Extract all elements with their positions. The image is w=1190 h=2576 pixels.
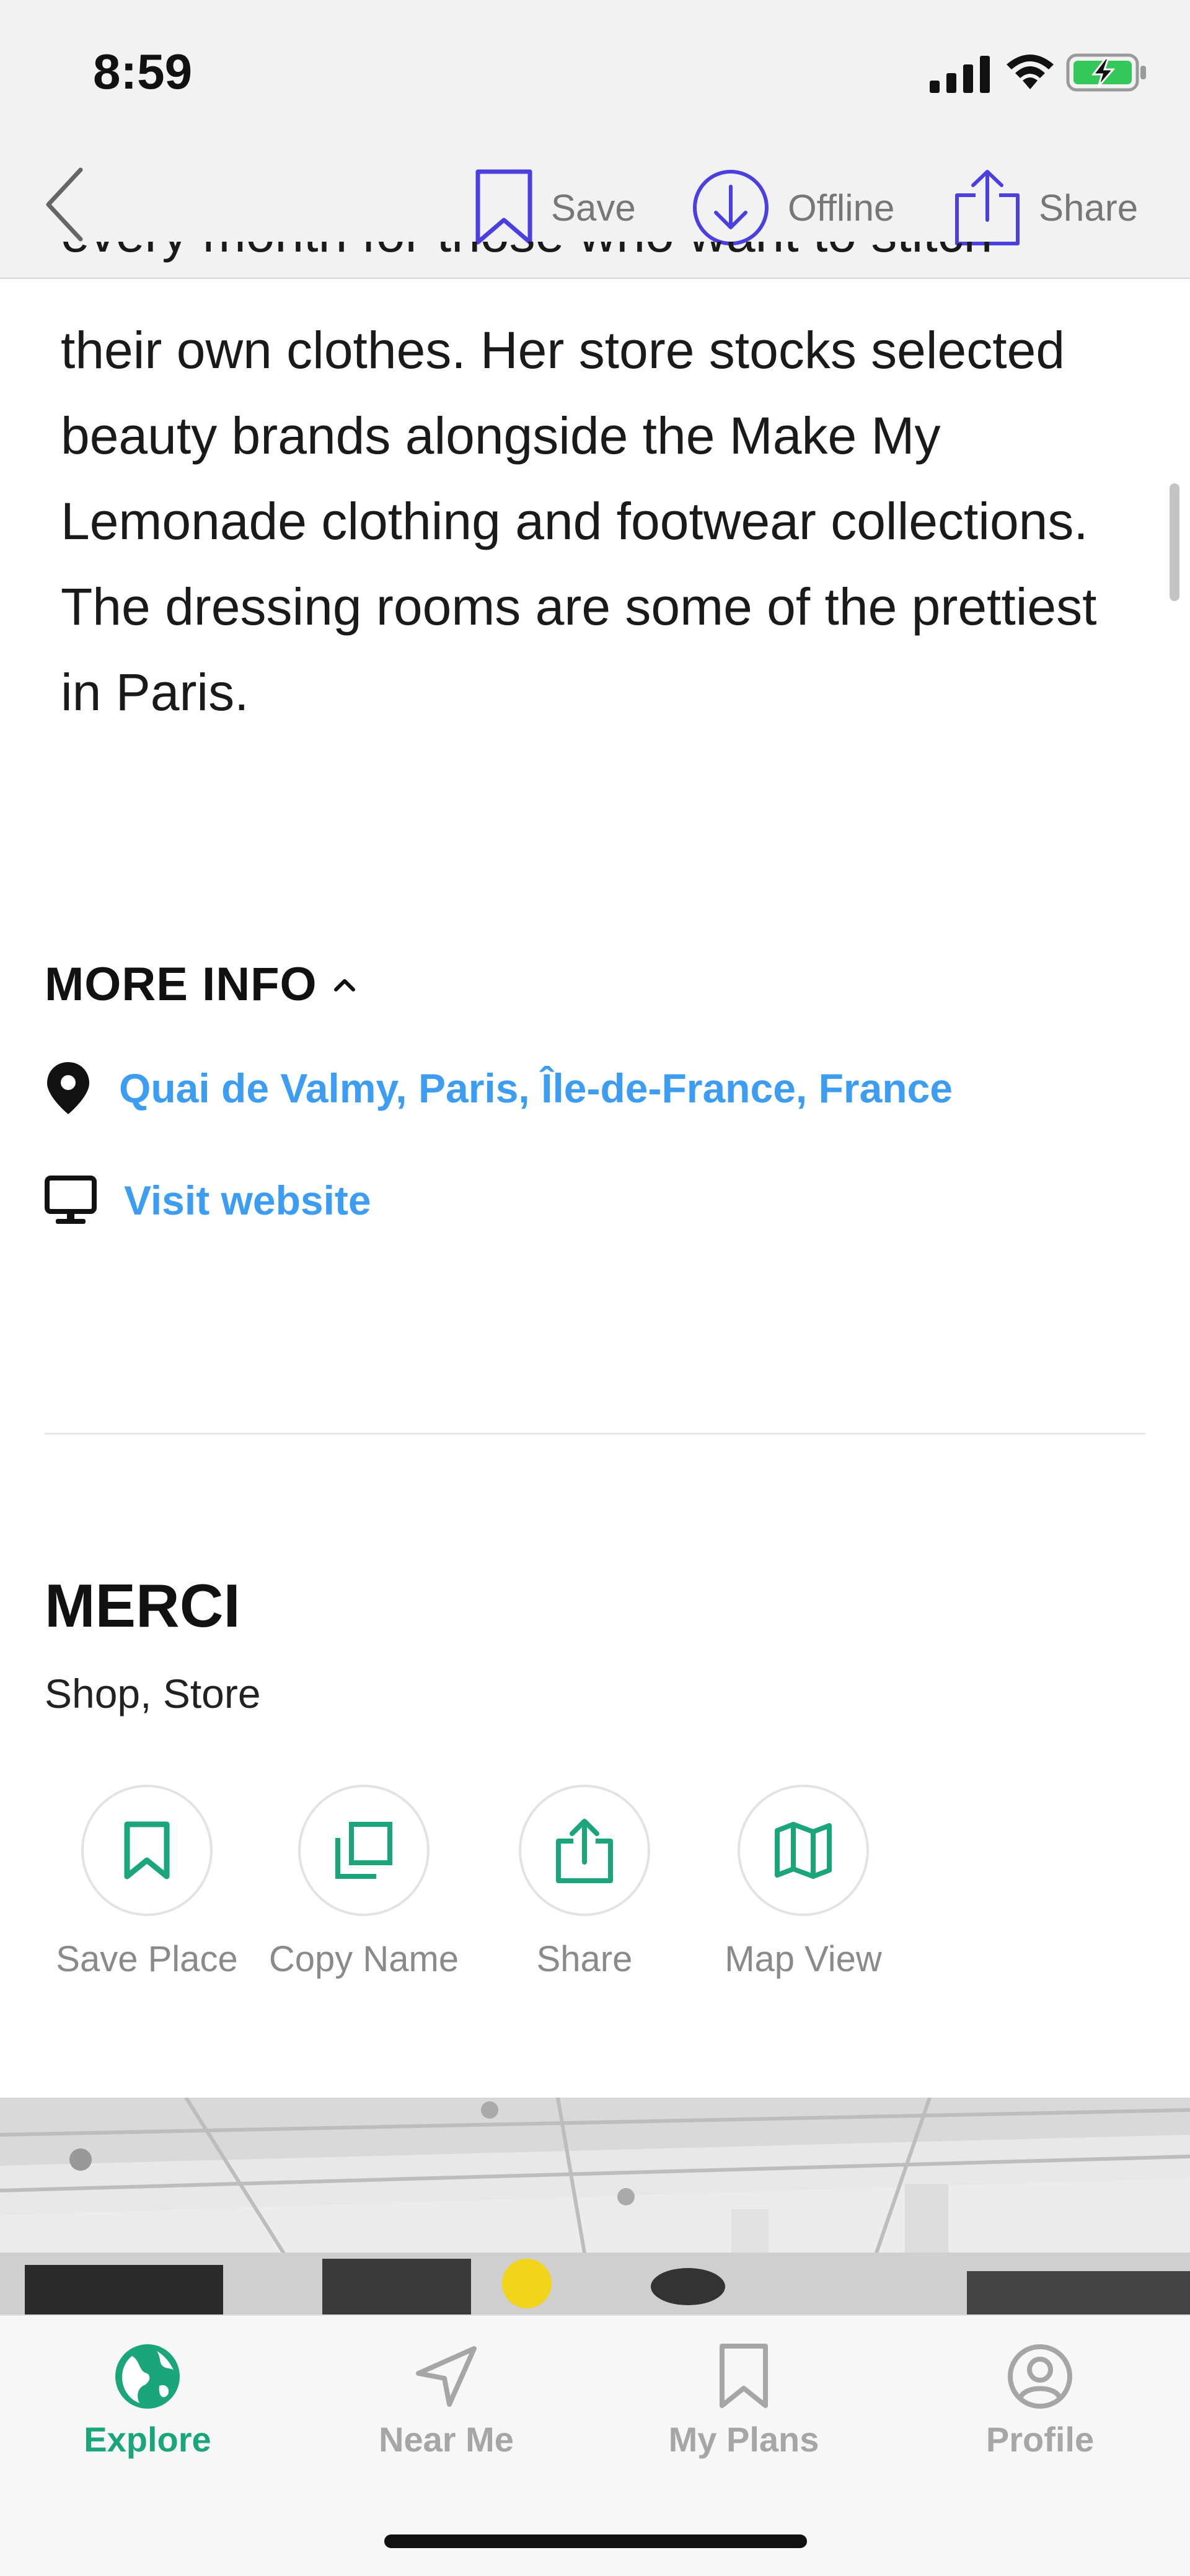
share-icon xyxy=(955,170,1020,245)
store-interior-image xyxy=(0,2098,1190,2314)
tab-near-me-label: Near Me xyxy=(379,2420,514,2459)
cellular-signal-icon xyxy=(930,56,990,93)
map-view-circle xyxy=(738,1785,869,1916)
save-label: Save xyxy=(551,187,636,229)
bookmark-icon xyxy=(124,1821,170,1879)
place-title: MERCI xyxy=(45,1572,240,1640)
address-text: Quai de Valmy, Paris, Île-de-France, Fra… xyxy=(119,1065,953,1111)
article-paragraph: their own clothes. Her store stocks sele… xyxy=(61,321,1097,721)
address-link[interactable]: Quai de Valmy, Paris, Île-de-France, Fra… xyxy=(45,1060,953,1117)
more-info-heading: MORE INFO xyxy=(45,958,317,1011)
share-icon xyxy=(556,1819,613,1883)
save-place-circle xyxy=(81,1785,213,1916)
tab-explore[interactable]: Explore xyxy=(17,2342,278,2460)
bookmark-icon xyxy=(720,2344,768,2408)
tab-profile-label: Profile xyxy=(985,2420,1095,2459)
user-circle-icon xyxy=(1008,2344,1072,2409)
home-indicator[interactable] xyxy=(384,2534,807,2548)
tab-my-plans-label: My Plans xyxy=(668,2420,819,2459)
save-place-label: Save Place xyxy=(56,1939,238,1979)
share-place-label: Share xyxy=(536,1939,633,1979)
status-time: 8:59 xyxy=(93,44,193,99)
tab-profile[interactable]: Profile xyxy=(910,2342,1170,2460)
chevron-up-icon xyxy=(333,978,355,991)
website-link[interactable]: Visit website xyxy=(45,1174,371,1226)
download-circle-icon xyxy=(693,170,769,245)
copy-name-circle xyxy=(298,1785,430,1916)
copy-icon xyxy=(335,1822,392,1879)
copy-name-label: Copy Name xyxy=(268,1939,459,1979)
section-divider xyxy=(45,1433,1145,1435)
navigation-arrow-icon xyxy=(416,2346,477,2407)
battery-charging-icon xyxy=(1066,53,1146,92)
tab-my-plans[interactable]: My Plans xyxy=(614,2342,874,2460)
share-button[interactable]: Share xyxy=(953,167,1138,248)
monitor-icon xyxy=(45,1176,97,1224)
save-place-button[interactable]: Save Place xyxy=(35,1785,258,1980)
save-button[interactable]: Save xyxy=(474,167,636,248)
map-view-label: Map View xyxy=(725,1939,882,1979)
tab-explore-label: Explore xyxy=(84,2420,211,2459)
map-view-button[interactable]: Map View xyxy=(692,1785,915,1980)
bookmark-icon xyxy=(475,169,532,245)
share-label: Share xyxy=(1039,187,1139,229)
website-text: Visit website xyxy=(124,1177,371,1223)
map-pin-icon xyxy=(47,1062,89,1114)
offline-label: Offline xyxy=(788,187,895,229)
globe-icon xyxy=(115,2344,180,2409)
offline-button[interactable]: Offline xyxy=(691,167,894,248)
share-place-button[interactable]: Share xyxy=(473,1785,696,1980)
back-chevron-icon[interactable] xyxy=(43,166,87,243)
place-photo[interactable] xyxy=(0,2098,1190,2314)
share-place-circle xyxy=(519,1785,650,1916)
article-cut-line: every month for those who want to stitch xyxy=(61,242,1152,285)
wifi-icon xyxy=(1007,55,1054,89)
scrollbar[interactable] xyxy=(1170,483,1179,601)
more-info-toggle[interactable]: MORE INFO xyxy=(45,957,357,1011)
tab-near-me[interactable]: Near Me xyxy=(316,2342,576,2460)
place-category: Shop, Store xyxy=(45,1671,261,1717)
map-icon xyxy=(775,1822,832,1879)
copy-name-button[interactable]: Copy Name xyxy=(252,1785,475,1980)
